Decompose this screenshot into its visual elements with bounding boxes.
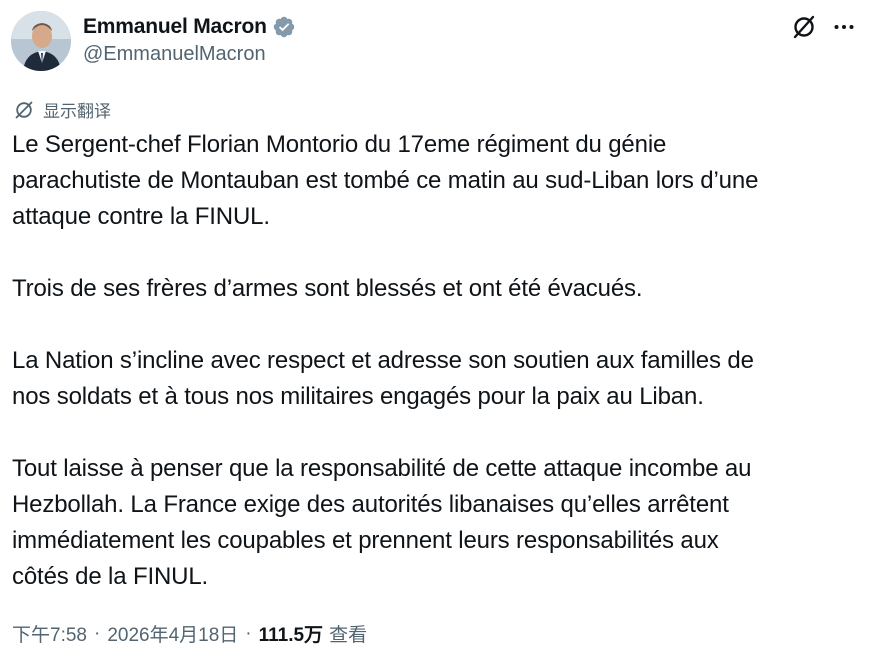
tweet-line: côtés de la FINUL. xyxy=(12,563,209,590)
tweet-time[interactable]: 下午7:58 xyxy=(12,620,87,647)
show-translation-label: 显示翻译 xyxy=(43,102,111,121)
avatar-image xyxy=(11,11,71,71)
tweet-line: nos soldats et à tous nos militaires eng… xyxy=(12,383,704,410)
grok-translate-icon xyxy=(15,101,33,118)
tweet-line: immédiatement les coupables et prennent … xyxy=(12,527,719,554)
views-label[interactable]: 查看 xyxy=(329,620,367,647)
avatar[interactable] xyxy=(11,11,71,71)
author-block: Emmanuel Macron @EmmanuelMacron xyxy=(83,12,296,66)
tweet-paragraph-3: La Nation s’incline avec respect et adre… xyxy=(12,343,860,415)
tweet-date[interactable]: 2026年4月18日 xyxy=(107,620,238,647)
tweet-line: attaque contre la FINUL. xyxy=(12,203,270,230)
tweet-line: Trois de ses frères d’armes sont blessés… xyxy=(12,275,643,302)
verified-badge-icon[interactable] xyxy=(272,15,296,39)
meta-separator: · xyxy=(93,622,101,644)
tweet-text: Le Sergent-chef Florian Montorio du 17em… xyxy=(12,127,860,595)
tweet-paragraph-4: Tout laisse à penser que la responsabili… xyxy=(12,451,860,595)
tweet-meta: 下午7:58 · 2026年4月18日 · 111.5万 查看 xyxy=(12,620,367,647)
grok-icon[interactable] xyxy=(787,10,821,44)
top-actions xyxy=(787,10,861,44)
tweet-paragraph-1: Le Sergent-chef Florian Montorio du 17em… xyxy=(12,127,860,235)
show-translation-link[interactable]: 显示翻译 xyxy=(13,97,111,122)
tweet-line: parachutiste de Montauban est tombé ce m… xyxy=(12,167,759,194)
handle[interactable]: @EmmanuelMacron xyxy=(83,43,296,66)
meta-separator: · xyxy=(245,622,252,644)
tweet-line: Le Sergent-chef Florian Montorio du 17em… xyxy=(12,131,667,158)
name-row: Emmanuel Macron xyxy=(83,12,296,42)
more-icon[interactable] xyxy=(827,10,861,44)
tweet-line: La Nation s’incline avec respect et adre… xyxy=(12,347,754,374)
views-count[interactable]: 111.5万 xyxy=(259,620,323,647)
tweet-line: Tout laisse à penser que la responsabili… xyxy=(12,455,752,482)
tweet-paragraph-2: Trois de ses frères d’armes sont blessés… xyxy=(12,271,860,307)
display-name[interactable]: Emmanuel Macron xyxy=(83,15,267,39)
tweet-line: Hezbollah. La France exige des autorités… xyxy=(12,491,729,518)
